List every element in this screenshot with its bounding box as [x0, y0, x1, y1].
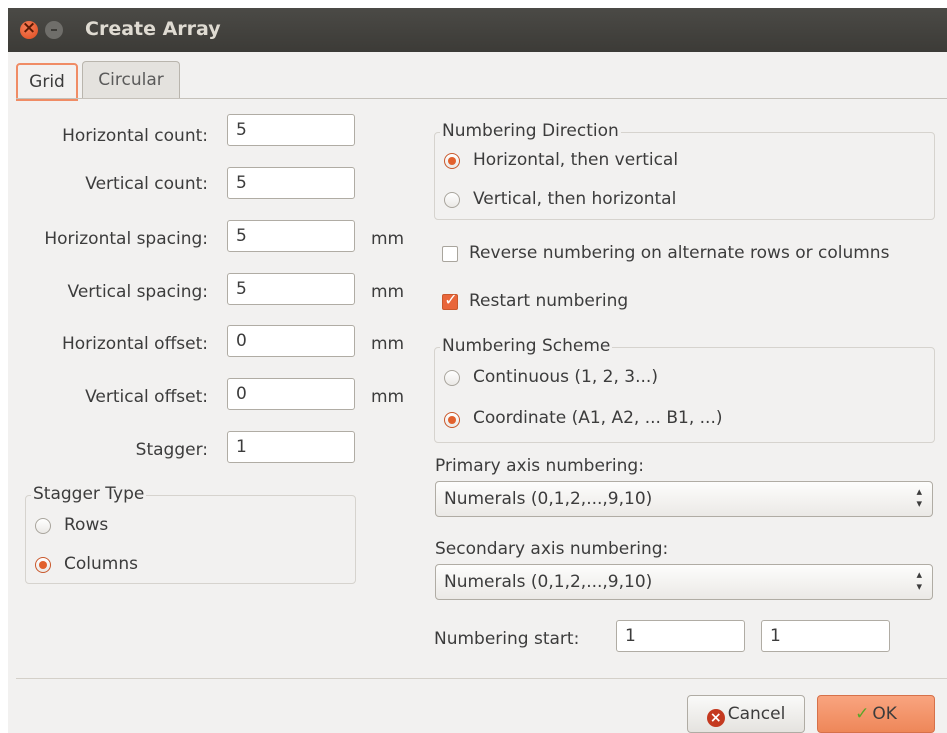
horizontal-offset-label: Horizontal offset:	[61, 334, 208, 354]
vertical-offset-label: Vertical offset:	[85, 387, 208, 407]
window-title: Create Array	[85, 18, 221, 40]
spin-updown-icon: ▴ ▾	[916, 485, 922, 510]
vertical-spacing-unit: mm	[371, 282, 405, 302]
minimize-icon[interactable]	[45, 21, 63, 39]
vertical-then-horizontal-radio[interactable]	[444, 192, 460, 208]
numbering-start-input-1[interactable]	[616, 620, 745, 652]
continuous-radio[interactable]	[444, 370, 460, 386]
restart-numbering-label[interactable]: Restart numbering	[469, 291, 628, 311]
primary-axis-select[interactable]: Numerals (0,1,2,...,9,10) ▴ ▾	[435, 481, 933, 517]
stagger-columns-label[interactable]: Columns	[64, 554, 138, 574]
vertical-count-label: Vertical count:	[85, 174, 208, 194]
tab-grid[interactable]: Grid	[16, 63, 78, 101]
horizontal-count-input[interactable]	[227, 114, 355, 146]
tab-circular[interactable]: Circular	[82, 61, 180, 98]
numbering-scheme-group	[434, 347, 935, 443]
ok-button-label: OK	[872, 704, 897, 724]
numbering-start-input-2[interactable]	[761, 620, 890, 652]
divider	[16, 678, 947, 679]
numbering-scheme-title: Numbering Scheme	[440, 336, 613, 356]
horizontal-then-vertical-radio[interactable]	[444, 153, 460, 169]
numbering-direction-title: Numbering Direction	[440, 121, 621, 141]
horizontal-count-label: Horizontal count:	[62, 126, 208, 146]
stagger-rows-radio[interactable]	[35, 518, 51, 534]
secondary-axis-select[interactable]: Numerals (0,1,2,...,9,10) ▴ ▾	[435, 564, 933, 600]
stagger-rows-label[interactable]: Rows	[64, 515, 108, 535]
checkmark-icon: ✓	[855, 704, 870, 724]
stagger-input[interactable]	[227, 431, 355, 463]
secondary-axis-value: Numerals (0,1,2,...,9,10)	[444, 572, 653, 592]
ok-button[interactable]: ✓ OK	[817, 695, 935, 733]
horizontal-offset-unit: mm	[371, 334, 405, 354]
cancel-button-label: Cancel	[727, 704, 786, 724]
cancel-button[interactable]: × Cancel	[687, 695, 805, 733]
reverse-numbering-label[interactable]: Reverse numbering on alternate rows or c…	[469, 243, 889, 263]
horizontal-spacing-input[interactable]	[227, 220, 355, 252]
vertical-count-input[interactable]	[227, 167, 355, 199]
horizontal-spacing-unit: mm	[371, 229, 405, 249]
create-array-dialog: Create Array Grid Circular Horizontal co…	[8, 8, 947, 733]
primary-axis-label: Primary axis numbering:	[435, 456, 644, 476]
primary-axis-value: Numerals (0,1,2,...,9,10)	[444, 489, 653, 509]
vertical-then-horizontal-label[interactable]: Vertical, then horizontal	[473, 189, 676, 209]
stagger-columns-radio[interactable]	[35, 557, 51, 573]
horizontal-offset-input[interactable]	[227, 325, 355, 357]
horizontal-then-vertical-label[interactable]: Horizontal, then vertical	[473, 150, 678, 170]
coordinate-label[interactable]: Coordinate (A1, A2, ... B1, ...)	[473, 408, 722, 428]
stagger-label: Stagger:	[135, 440, 208, 460]
vertical-offset-input[interactable]	[227, 378, 355, 410]
close-icon[interactable]	[20, 18, 38, 39]
restart-numbering-checkbox[interactable]	[442, 290, 459, 310]
vertical-offset-unit: mm	[371, 387, 405, 407]
numbering-start-label: Numbering start:	[434, 629, 580, 649]
vertical-spacing-input[interactable]	[227, 273, 355, 305]
cancel-icon: ×	[706, 709, 725, 727]
horizontal-spacing-label: Horizontal spacing:	[44, 229, 208, 249]
vertical-spacing-label: Vertical spacing:	[67, 282, 208, 302]
secondary-axis-label: Secondary axis numbering:	[435, 539, 669, 559]
spin-updown-icon: ▴ ▾	[916, 568, 922, 593]
reverse-numbering-checkbox[interactable]	[442, 246, 458, 262]
stagger-type-title: Stagger Type	[31, 484, 147, 504]
coordinate-radio[interactable]	[444, 412, 460, 428]
continuous-label[interactable]: Continuous (1, 2, 3...)	[473, 367, 658, 387]
title-bar: Create Array	[8, 8, 947, 52]
